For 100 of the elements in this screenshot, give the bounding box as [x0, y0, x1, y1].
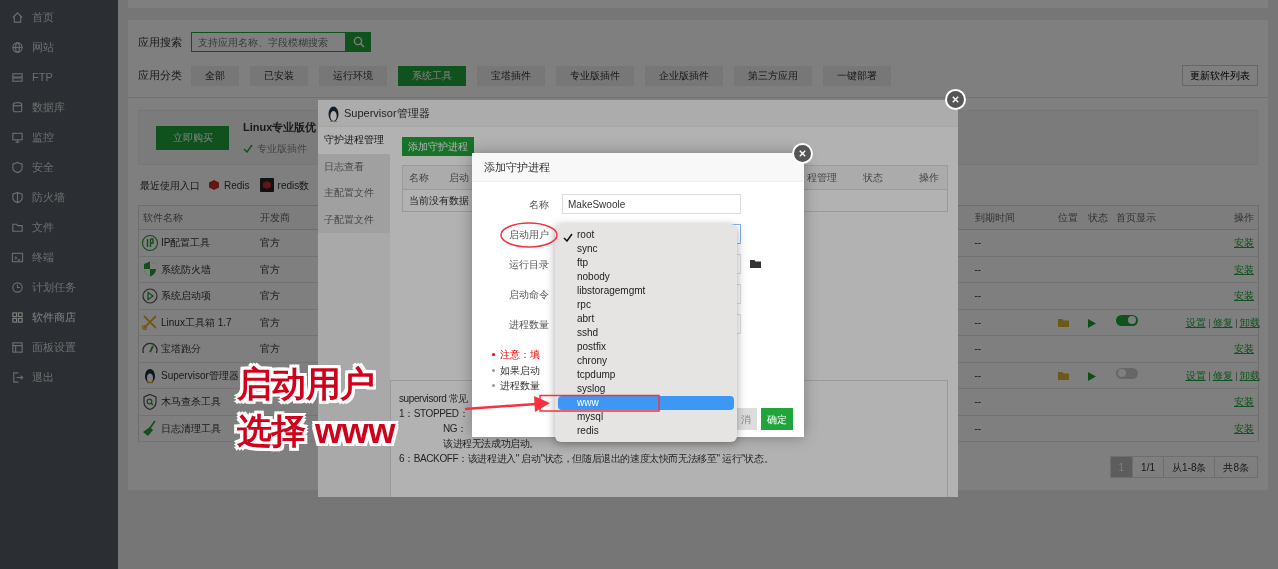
shield-icon [11, 160, 24, 174]
category-tab[interactable]: 系统工具 [398, 65, 466, 86]
action-link[interactable]: 设置 [1185, 369, 1206, 381]
recent-app[interactable]: Redis [208, 177, 250, 193]
input-field[interactable]: MakeSwoole [562, 194, 741, 214]
menu-item[interactable]: 守护进程管理 [318, 127, 390, 154]
category-tab[interactable]: 专业版插件 [556, 65, 634, 86]
column-header: 软件名称 [138, 205, 256, 230]
install-link[interactable]: 安装 [1234, 237, 1254, 249]
developer-text: 官方 [259, 343, 280, 355]
dropdown-option[interactable]: root [558, 228, 734, 242]
home-icon [11, 10, 24, 24]
column-header: 启动 [448, 171, 470, 185]
pagination-info: 共8条 [1214, 456, 1258, 478]
field-label: 进程数量 [509, 318, 549, 330]
shield-icon [11, 190, 24, 204]
developer-text: 官方 [259, 290, 280, 302]
network-icon [141, 233, 159, 252]
dropdown-option[interactable]: abrt [558, 312, 734, 326]
folder-icon[interactable] [750, 259, 762, 269]
app-name: Linux工具箱 1.7 [161, 315, 232, 330]
category-tab[interactable]: 全部 [191, 65, 239, 86]
column-header: 首页显示 [1111, 205, 1182, 230]
dropdown-option[interactable]: sync [558, 242, 734, 256]
app-name: 宝塔跑分 [161, 342, 201, 357]
dropdown-option[interactable]: chrony [558, 354, 734, 368]
close-icon [951, 95, 960, 104]
confirm-button[interactable]: 确定 [761, 408, 793, 430]
expiry-text: -- [974, 290, 982, 302]
check-icon [243, 144, 253, 154]
dropdown-option[interactable]: tcpdump [558, 368, 734, 382]
annotation-text: 启动用户 [237, 366, 375, 401]
action-link[interactable]: 设置 [1185, 316, 1206, 328]
action-link[interactable]: 修复 [1212, 369, 1233, 381]
field-label: 启动命令 [509, 288, 549, 300]
recent-app[interactable]: redis数 [259, 177, 310, 193]
expiry-text: -- [974, 237, 982, 249]
category-tab[interactable]: 已安装 [250, 65, 308, 86]
menu-item[interactable]: 日志查看 [318, 153, 390, 180]
search-button[interactable] [346, 32, 371, 52]
column-header: 位置 [1053, 205, 1084, 230]
buy-button[interactable]: 立即购买 [156, 125, 229, 150]
bullet-icon [492, 384, 495, 388]
sidebar-item[interactable]: FTP [0, 62, 118, 92]
install-link[interactable]: 安装 [1234, 290, 1254, 302]
category-tab[interactable]: 运行环境 [319, 65, 387, 86]
pagination-info: 1/1 [1132, 456, 1164, 478]
expiry-text: -- [974, 422, 982, 434]
sidebar-item[interactable]: 软件商店 [0, 302, 118, 332]
dropdown-option[interactable]: rpc [558, 298, 734, 312]
highlight-ellipse [500, 222, 558, 248]
action-link[interactable]: 卸载 [1239, 369, 1260, 381]
info-line: supervisord 常见 [399, 393, 468, 404]
dropdown-option[interactable]: syslog [558, 382, 734, 396]
install-link[interactable]: 安装 [1234, 422, 1254, 434]
action-link[interactable]: 卸载 [1239, 316, 1260, 328]
toggle-switch[interactable] [1115, 314, 1138, 326]
play-icon[interactable] [1087, 371, 1096, 381]
grid-icon [11, 310, 24, 324]
column-header: 开发商 [255, 205, 311, 230]
info-line: 该进程无法成功启动。 [443, 438, 539, 449]
action-link[interactable]: 修复 [1212, 316, 1233, 328]
install-link[interactable]: 安装 [1234, 343, 1254, 355]
dropdown-option[interactable]: libstoragemgmt [558, 284, 734, 298]
category-tab[interactable]: 第三方应用 [734, 65, 812, 86]
install-link[interactable]: 安装 [1234, 396, 1254, 408]
bullet-icon [492, 368, 495, 372]
terminal-icon [11, 250, 24, 264]
menu-item[interactable]: 子配置文件 [318, 206, 390, 233]
dropdown-option[interactable]: ftp [558, 256, 734, 270]
app-name: 系统防火墙 [161, 262, 211, 277]
category-tab[interactable]: 企业版插件 [645, 65, 723, 86]
dropdown-option[interactable]: nobody [558, 270, 734, 284]
info-line: 1：STOPPED： [399, 408, 469, 419]
expiry-text: -- [974, 369, 982, 381]
add-process-button[interactable]: 添加守护进程 [402, 137, 474, 156]
category-tab[interactable]: 宝塔插件 [477, 65, 545, 86]
field-label: 名称 [529, 198, 549, 210]
refresh-button[interactable]: 更新软件列表 [1182, 65, 1258, 86]
install-link[interactable]: 安装 [1234, 263, 1254, 275]
panel-icon [11, 340, 24, 354]
app-icon [259, 178, 274, 192]
broom-icon [141, 419, 159, 438]
column-header: 状态 [1083, 205, 1112, 230]
dialog-title: Supervisor管理器 [344, 105, 430, 121]
toggle-switch[interactable] [1115, 367, 1138, 379]
expiry-text: -- [974, 396, 982, 408]
shield-icon [141, 392, 159, 411]
search-label: 应用搜索 [138, 34, 183, 50]
dropdown-option[interactable]: sshd [558, 326, 734, 340]
search-icon [352, 36, 365, 48]
field-label: 运行目录 [509, 258, 549, 270]
dropdown-option[interactable]: postfix [558, 340, 734, 354]
dropdown-option[interactable]: www [558, 396, 734, 410]
play-icon[interactable] [1087, 318, 1096, 328]
penguin-icon [327, 104, 340, 122]
info-line: NG： [443, 423, 467, 434]
note-text: 如果启动 [500, 363, 540, 378]
recent-label: 最近使用入口 [140, 178, 200, 193]
menu-item[interactable]: 主配置文件 [318, 180, 390, 207]
